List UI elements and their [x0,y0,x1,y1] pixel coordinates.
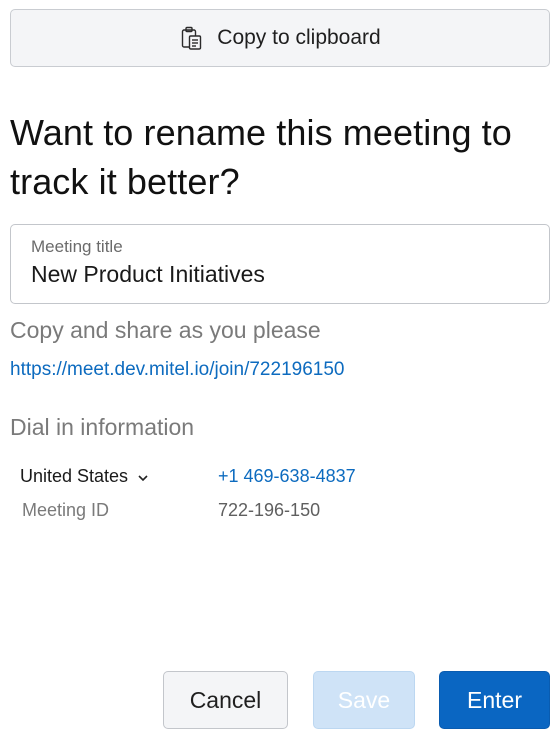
share-heading: Copy and share as you please [10,317,321,343]
enter-button[interactable]: Enter [439,671,550,729]
join-link[interactable]: https://meet.dev.mitel.io/join/722196150 [10,359,344,381]
meeting-title-input[interactable] [31,261,529,288]
meeting-title-label: Meeting title [31,237,123,256]
cancel-button[interactable]: Cancel [163,671,288,729]
country-label: United States [20,466,129,486]
copy-to-clipboard-button[interactable]: Copy to clipboard [10,9,550,67]
chevron-down-icon [136,471,150,485]
page-title: Want to rename this meeting to track it … [10,112,512,202]
country-selector[interactable]: United States [20,466,150,487]
dial-in-phone-link[interactable]: +1 469-638-4837 [218,466,356,487]
meeting-title-field[interactable]: Meeting title [10,224,550,304]
save-button[interactable]: Save [313,671,415,729]
clipboard-icon [179,25,205,51]
meeting-id-value: 722-196-150 [218,500,321,520]
dial-in-heading: Dial in information [10,414,195,440]
copy-to-clipboard-label: Copy to clipboard [217,26,381,49]
meeting-id-label: Meeting ID [22,500,110,520]
